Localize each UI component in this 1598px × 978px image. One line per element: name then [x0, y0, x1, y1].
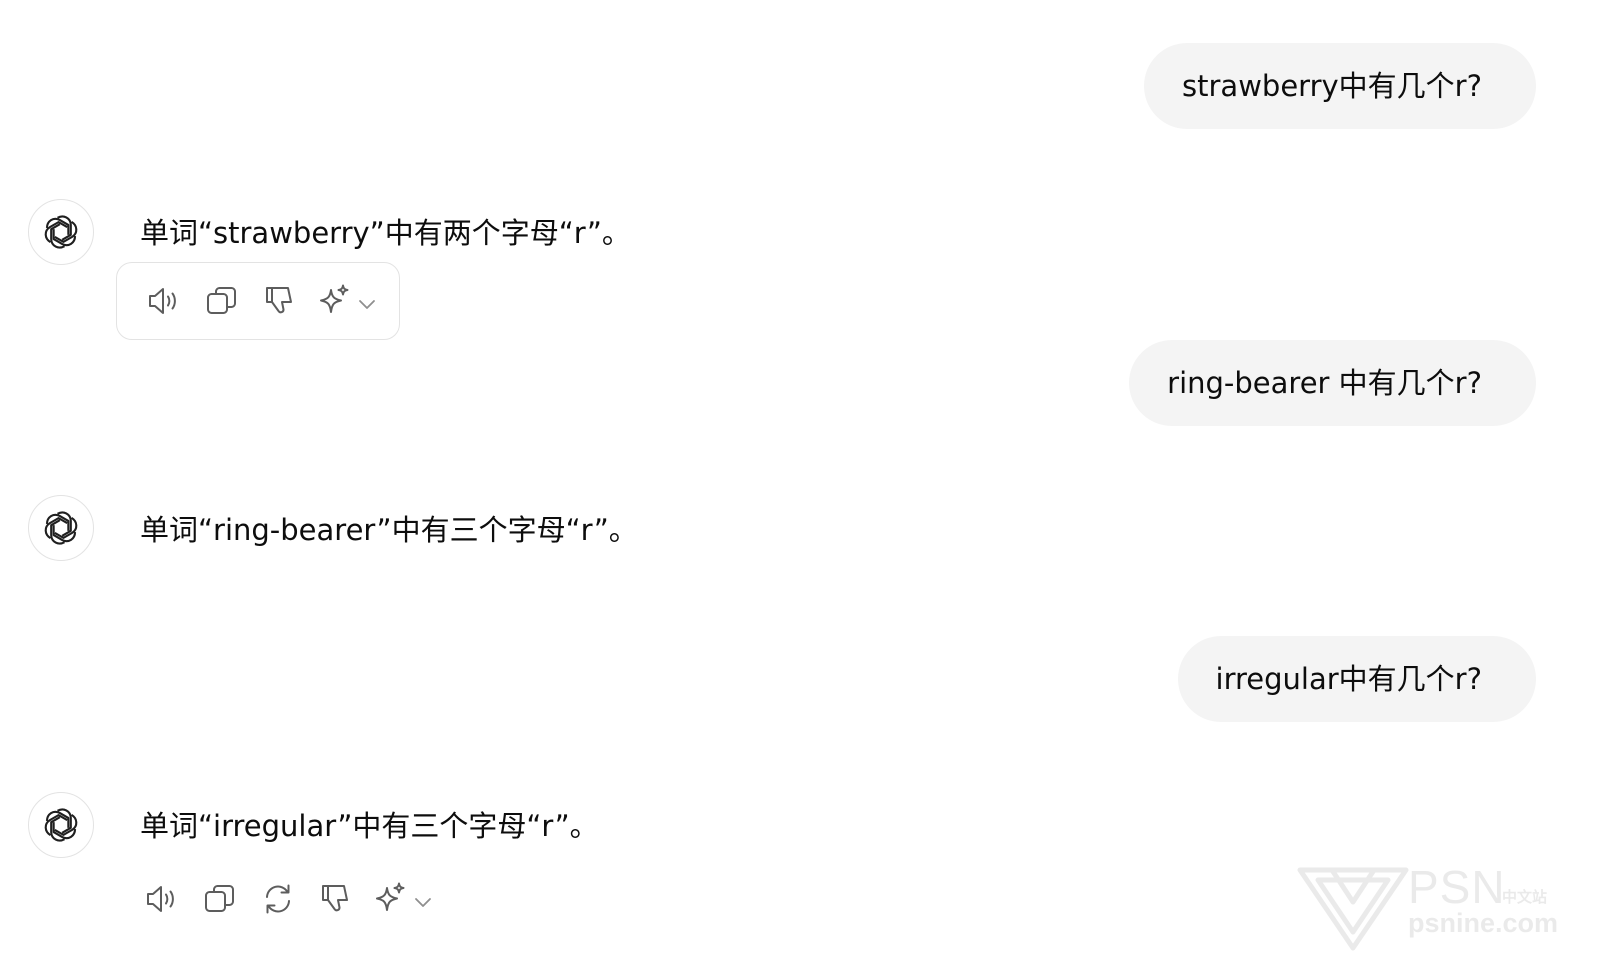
chevron-down-icon	[415, 898, 431, 907]
read-aloud-icon	[149, 288, 176, 314]
sparkle-icon	[320, 284, 349, 313]
watermark-brand-cn: 中文站	[1502, 888, 1548, 906]
regenerate-button[interactable]	[249, 877, 307, 921]
read-aloud-button[interactable]	[133, 877, 191, 921]
copy-button[interactable]	[193, 279, 251, 323]
psnine-watermark: PSN 中文站 psnine.com	[1296, 858, 1566, 958]
user-message-bubble: strawberry中有几个r?	[1144, 43, 1536, 129]
sparkle-icon	[376, 882, 405, 911]
assistant-message: 单词“strawberry”中有两个字母“r”。	[140, 216, 631, 250]
assistant-avatar	[28, 792, 94, 858]
openai-logo-icon	[44, 511, 78, 545]
regenerate-icon	[266, 884, 290, 914]
copy-icon	[205, 885, 234, 912]
user-message-bubble: irregular中有几个r?	[1177, 636, 1536, 722]
chat-conversation: strawberry中有几个r? 单词“strawberry”中有两个字母“r”…	[0, 0, 1598, 978]
assistant-message: 单词“ring-bearer”中有三个字母“r”。	[140, 513, 638, 547]
model-switch-button[interactable]	[365, 877, 435, 921]
thumbs-down-icon	[322, 885, 348, 912]
message-action-toolbar	[116, 262, 400, 340]
chevron-down-icon	[359, 300, 375, 309]
thumbs-down-icon	[266, 287, 292, 314]
assistant-message: 单词“irregular”中有三个字母“r”。	[140, 809, 599, 843]
bad-response-button[interactable]	[307, 877, 365, 921]
openai-logo-icon	[44, 215, 78, 249]
model-switch-button[interactable]	[309, 279, 379, 323]
copy-icon	[207, 287, 236, 314]
openai-logo-icon	[44, 808, 78, 842]
copy-button[interactable]	[191, 877, 249, 921]
read-aloud-button[interactable]	[135, 279, 193, 323]
assistant-avatar	[28, 495, 94, 561]
psnine-logo-icon	[1297, 867, 1409, 951]
user-message-bubble: ring-bearer 中有几个r?	[1129, 340, 1536, 426]
watermark-brand: PSN	[1408, 861, 1506, 913]
message-action-toolbar	[133, 875, 435, 923]
bad-response-button[interactable]	[251, 279, 309, 323]
watermark-domain: psnine.com	[1408, 908, 1559, 938]
read-aloud-icon	[147, 886, 174, 912]
assistant-avatar	[28, 199, 94, 265]
